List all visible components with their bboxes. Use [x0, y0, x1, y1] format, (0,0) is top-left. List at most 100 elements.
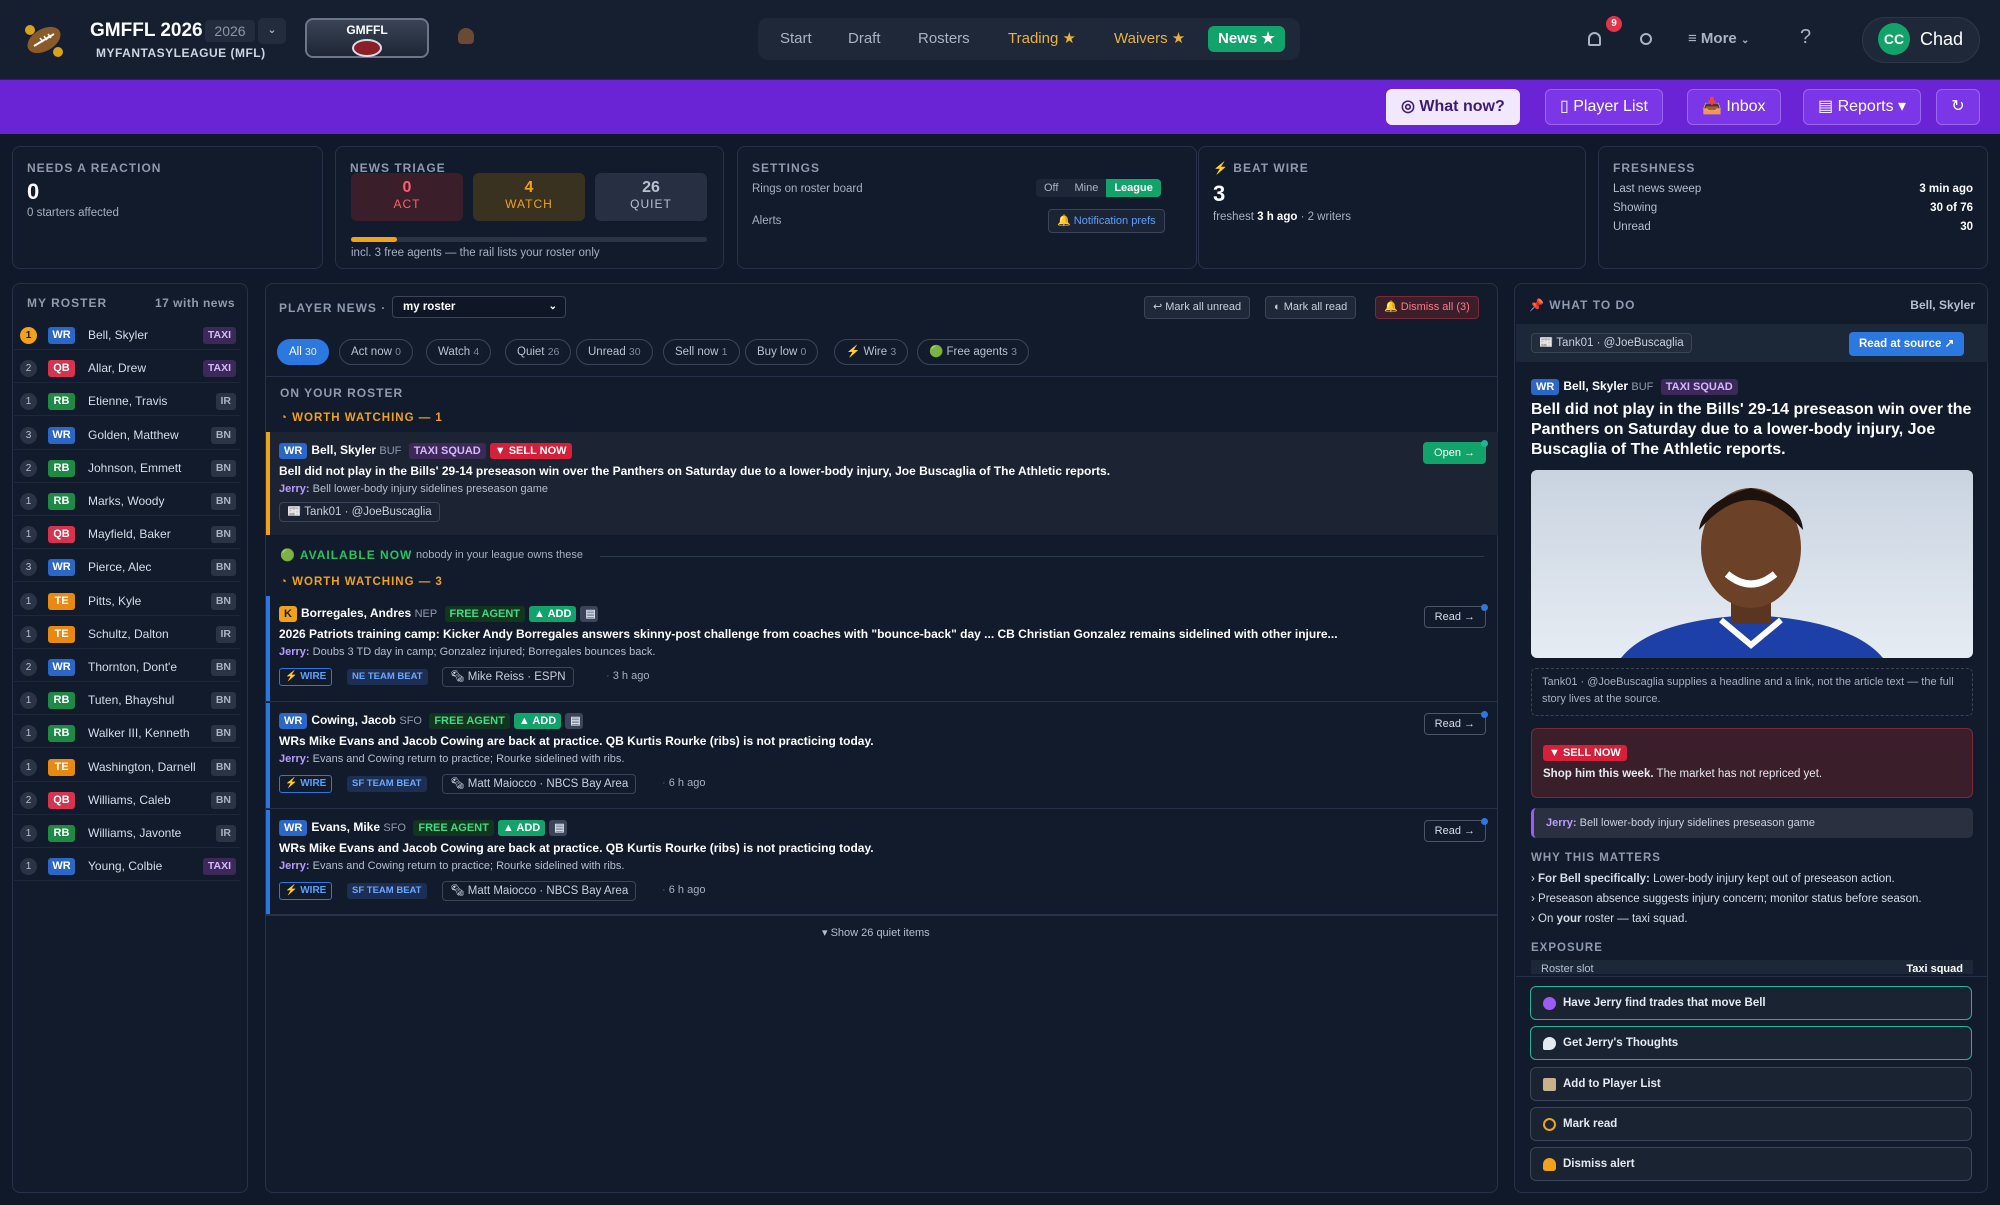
player-name[interactable]: Washington, Darnell	[88, 760, 196, 774]
roster-row[interactable]: 1 RB Tuten, Bhayshul BN	[14, 685, 240, 716]
read-button[interactable]: Read →	[1423, 818, 1488, 842]
open-button[interactable]: Open →	[1423, 440, 1488, 464]
nav-news[interactable]: News ★	[1208, 26, 1285, 52]
read-at-source-button[interactable]: Read at source ↗	[1849, 332, 1965, 356]
league-badge-logo[interactable]: GMFFL	[305, 18, 429, 58]
player-name[interactable]: Schultz, Dalton	[88, 627, 169, 641]
clipboard-icon[interactable]: ▤	[549, 820, 568, 836]
filter-chip[interactable]: Sell now 1	[663, 339, 740, 365]
news-source[interactable]: 🗞 Matt Maiocco · NBCS Bay Area	[442, 881, 637, 901]
roster-row[interactable]: 1 RB Etienne, Travis IR	[14, 386, 240, 417]
avatar[interactable]: CC	[1878, 23, 1910, 55]
roster-row[interactable]: 2 RB Johnson, Emmett BN	[14, 453, 240, 483]
filter-chip[interactable]: All 30	[277, 339, 329, 365]
refresh-icon[interactable]: ↻	[1936, 89, 1980, 125]
player-name[interactable]: Allar, Drew	[88, 361, 146, 375]
roster-row[interactable]: 3 WR Golden, Matthew BN	[14, 420, 240, 450]
filter-chip[interactable]: 🟢 Free agents 3	[917, 339, 1029, 365]
add-tag[interactable]: ▲ ADD	[529, 606, 577, 622]
roster-row[interactable]: 1 QB Mayfield, Baker BN	[14, 519, 240, 550]
filter-chip[interactable]: Quiet 26	[505, 339, 572, 365]
inbox-button[interactable]: 📥 Inbox	[1687, 89, 1781, 125]
rings-off[interactable]: Off	[1036, 179, 1066, 197]
roster-row[interactable]: 1 TE Pitts, Kyle BN	[14, 586, 240, 616]
player-name[interactable]: Tuten, Bhayshul	[88, 693, 174, 707]
news-headline[interactable]: WRs Mike Evans and Jacob Cowing are back…	[279, 841, 874, 855]
news-headline[interactable]: WRs Mike Evans and Jacob Cowing are back…	[279, 734, 874, 748]
roster-row[interactable]: 1 WR Young, Colbie TAXI	[14, 851, 240, 882]
add-tag[interactable]: ▲ ADD	[513, 713, 562, 729]
rings-mine[interactable]: Mine	[1066, 179, 1106, 197]
help-icon[interactable]: ?	[1800, 26, 1811, 49]
player-name[interactable]: Bell, Skyler	[88, 328, 148, 342]
player-list-button[interactable]: ▯ Player List	[1545, 89, 1663, 125]
clipboard-icon[interactable]: ▤	[580, 606, 599, 622]
roster-row[interactable]: 1 TE Schultz, Dalton IR	[14, 619, 240, 649]
news-scope-select[interactable]: my roster ⌄	[392, 296, 566, 318]
filter-chip[interactable]: ⚡ Wire 3	[834, 339, 909, 365]
player-name[interactable]: Williams, Javonte	[88, 826, 181, 840]
filter-chip[interactable]: Act now 0	[339, 339, 413, 365]
notification-prefs-button[interactable]: 🔔 Notification prefs	[1048, 209, 1165, 233]
nav-rosters[interactable]: Rosters	[908, 26, 980, 52]
news-headline[interactable]: Bell did not play in the Bills' 29-14 pr…	[279, 464, 1110, 478]
news-headline[interactable]: 2026 Patriots training camp: Kicker Andy…	[279, 627, 1338, 641]
chevron-down-icon[interactable]: ⌄	[258, 18, 286, 44]
player-name[interactable]: Thornton, Dont'e	[88, 660, 177, 674]
find-trades-button[interactable]: Have Jerry find trades that move Bell	[1530, 986, 1972, 1020]
search-icon[interactable]	[1640, 33, 1652, 45]
news-item[interactable]: WR Cowing, Jacob SFO FREE AGENT ▲ ADD ▤ WRs…	[266, 703, 1498, 809]
nav-start[interactable]: Start	[770, 26, 822, 52]
bell-icon[interactable]	[1588, 32, 1601, 46]
triage-watch[interactable]: 4 WATCH	[473, 173, 585, 221]
player-name[interactable]: Cowing, Jacob	[311, 713, 396, 727]
player-name[interactable]: Borregales, Andres	[301, 606, 411, 620]
user-name[interactable]: Chad	[1920, 29, 1963, 50]
clipboard-icon[interactable]: ▤	[565, 713, 584, 729]
player-name[interactable]: Evans, Mike	[311, 820, 380, 834]
player-name[interactable]: Mayfield, Baker	[88, 527, 171, 541]
mark-read-button[interactable]: Mark read	[1530, 1107, 1972, 1141]
mark-all-unread-button[interactable]: ↩ Mark all unread	[1144, 296, 1251, 319]
filter-chip[interactable]: Unread 30	[576, 339, 653, 365]
roster-row[interactable]: 1 RB Williams, Javonte IR	[14, 818, 240, 848]
player-name[interactable]: Bell, Skyler	[311, 443, 376, 457]
jerry-thoughts-button[interactable]: Get Jerry's Thoughts	[1530, 1026, 1972, 1060]
player-name[interactable]: Pitts, Kyle	[88, 594, 141, 608]
news-item-bell[interactable]: WR Bell, Skyler BUF TAXI SQUAD ▼ SELL NOW …	[266, 432, 1498, 535]
dismiss-alert-button[interactable]: Dismiss alert	[1530, 1147, 1972, 1181]
roster-row[interactable]: 2 QB Allar, Drew TAXI	[14, 353, 240, 384]
nav-waivers[interactable]: Waivers ★	[1104, 26, 1195, 52]
reports-button[interactable]: ▤ Reports ▾	[1803, 89, 1922, 125]
season-year[interactable]: 2026	[205, 20, 255, 42]
roster-row[interactable]: 2 WR Thornton, Dont'e BN	[14, 652, 240, 682]
add-to-player-list-button[interactable]: Add to Player List	[1530, 1067, 1972, 1101]
filter-chip[interactable]: Watch 4	[426, 339, 492, 365]
roster-row[interactable]: 1 WR Bell, Skyler TAXI	[14, 320, 240, 350]
player-name[interactable]: Pierce, Alec	[88, 560, 151, 574]
news-item[interactable]: K Borregales, Andres NEP FREE AGENT ▲ ADD ▤…	[266, 596, 1498, 702]
football-logo-icon[interactable]	[22, 20, 66, 60]
player-name[interactable]: Williams, Caleb	[88, 793, 171, 807]
roster-row[interactable]: 1 RB Walker III, Kenneth BN	[14, 718, 240, 749]
todo-source[interactable]: 📰 Tank01 · @JoeBuscaglia	[1531, 333, 1692, 353]
player-name[interactable]: Marks, Woody	[88, 494, 164, 508]
player-name[interactable]: Young, Colbie	[88, 859, 162, 873]
news-source[interactable]: 🗞 Matt Maiocco · NBCS Bay Area	[442, 774, 637, 794]
add-tag[interactable]: ▲ ADD	[497, 820, 546, 836]
roster-row[interactable]: 1 TE Washington, Darnell BN	[14, 752, 240, 782]
triage-act[interactable]: 0 ACT	[351, 173, 463, 221]
nav-draft[interactable]: Draft	[838, 26, 891, 52]
player-name[interactable]: Johnson, Emmett	[88, 461, 181, 475]
more-menu[interactable]: ≡ More ⌄	[1688, 30, 1749, 47]
nav-trading[interactable]: Trading ★	[998, 26, 1086, 52]
filter-chip[interactable]: Buy low 0	[745, 339, 819, 365]
read-button[interactable]: Read →	[1423, 604, 1488, 628]
news-source[interactable]: 🗞 Mike Reiss · ESPN	[442, 667, 574, 687]
triage-quiet[interactable]: 26 QUIET	[595, 173, 707, 221]
mark-all-read-button[interactable]: ◐ Mark all read	[1265, 296, 1357, 319]
news-source[interactable]: 📰 Tank01 · @JoeBuscaglia	[279, 502, 440, 522]
show-quiet-button[interactable]: ▾ Show 26 quiet items	[822, 926, 930, 939]
roster-row[interactable]: 2 QB Williams, Caleb BN	[14, 785, 240, 815]
player-name[interactable]: Etienne, Travis	[88, 394, 167, 408]
